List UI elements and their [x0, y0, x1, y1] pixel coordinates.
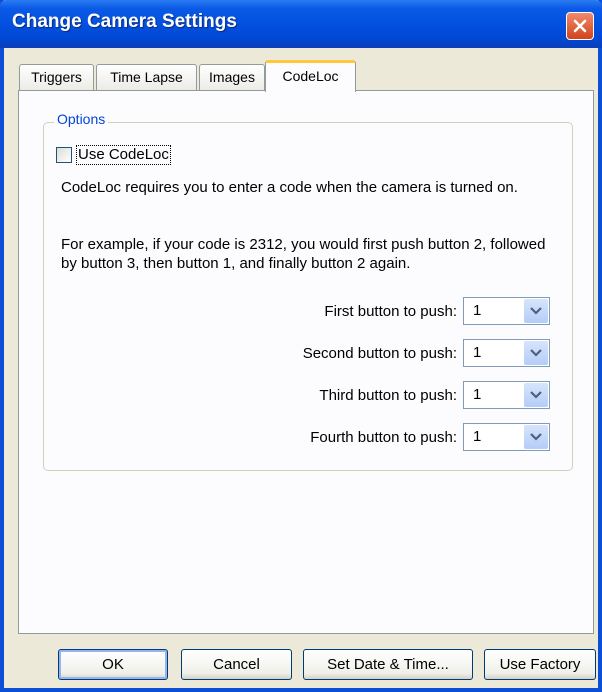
second-button-label: Second button to push:	[302, 345, 457, 362]
tab-time-lapse[interactable]: Time Lapse	[96, 64, 197, 90]
second-button-select[interactable]: 1	[463, 339, 550, 367]
third-button-dropdown[interactable]	[524, 383, 548, 407]
first-button-value: 1	[473, 302, 482, 319]
options-group-label: Options	[54, 111, 109, 127]
set-date-time-button[interactable]: Set Date & Time...	[303, 649, 473, 680]
tab-images[interactable]: Images	[199, 64, 265, 90]
first-button-label: First button to push:	[324, 303, 457, 320]
second-button-value: 1	[473, 344, 482, 361]
third-button-select[interactable]: 1	[463, 381, 550, 409]
tab-codeloc[interactable]: CodeLoc	[265, 60, 356, 92]
third-button-label: Third button to push:	[319, 387, 457, 404]
chevron-down-icon	[530, 391, 542, 399]
tab-triggers[interactable]: Triggers	[19, 64, 94, 90]
chevron-down-icon	[530, 349, 542, 357]
chevron-down-icon	[530, 433, 542, 441]
close-button[interactable]	[566, 12, 594, 40]
fourth-button-label: Fourth button to push:	[310, 429, 457, 446]
third-button-value: 1	[473, 386, 482, 403]
first-button-select[interactable]: 1	[463, 297, 550, 325]
first-button-dropdown[interactable]	[524, 299, 548, 323]
use-factory-button[interactable]: Use Factory	[484, 649, 596, 680]
use-codeloc-label[interactable]: Use CodeLoc	[76, 145, 171, 165]
fourth-button-value: 1	[473, 428, 482, 445]
window-title: Change Camera Settings	[12, 11, 237, 32]
use-codeloc-checkbox[interactable]	[56, 147, 72, 163]
codeloc-example: For example, if your code is 2312, you w…	[61, 236, 546, 272]
title-bar[interactable]: Change Camera Settings	[0, 0, 602, 48]
cancel-button[interactable]: Cancel	[181, 649, 292, 680]
fourth-button-select[interactable]: 1	[463, 423, 550, 451]
close-icon	[573, 19, 587, 33]
ok-button[interactable]: OK	[58, 649, 168, 680]
second-button-dropdown[interactable]	[524, 341, 548, 365]
codeloc-description: CodeLoc requires you to enter a code whe…	[61, 179, 518, 196]
chevron-down-icon	[530, 307, 542, 315]
fourth-button-dropdown[interactable]	[524, 425, 548, 449]
